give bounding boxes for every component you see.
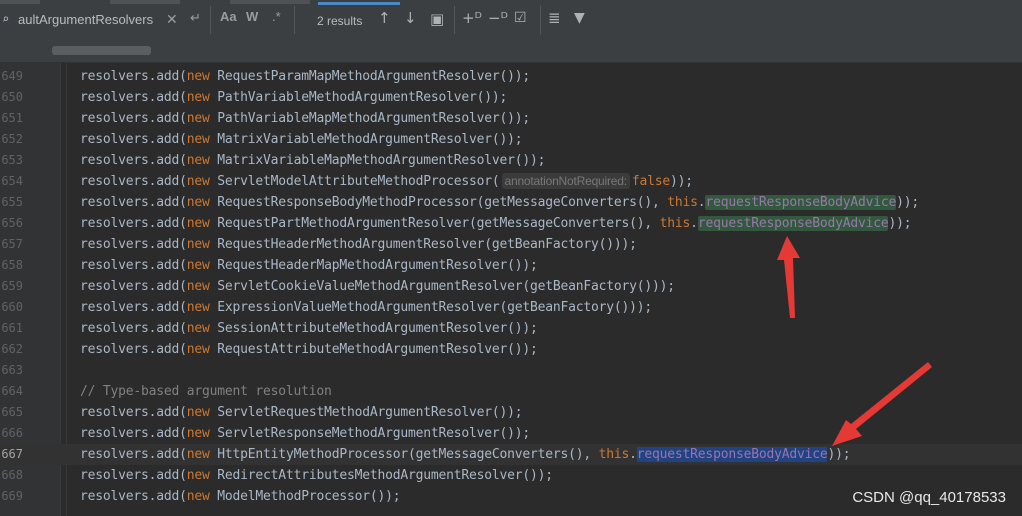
watermark: CSDN @qq_40178533	[852, 489, 1006, 506]
ide-window: ⌕ aultArgumentResolvers ✕ ↵ Aa W .* 2 re…	[0, 0, 1022, 516]
annotation-arrows	[777, 236, 932, 446]
annotation-arrow-diagonal	[832, 362, 932, 446]
annotation-arrow-up	[777, 236, 800, 318]
